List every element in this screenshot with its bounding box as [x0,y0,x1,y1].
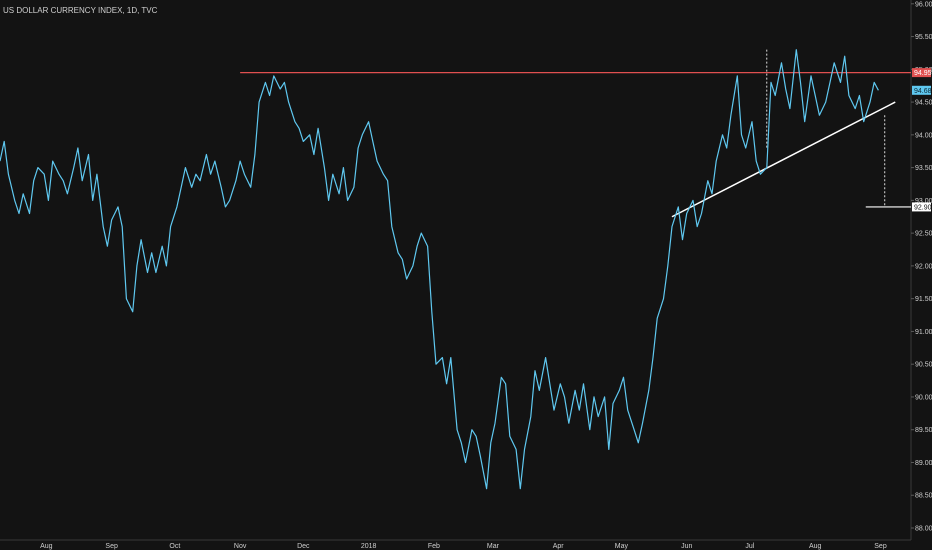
price-axis: 96.0095.5095.0094.5094.0093.5093.0092.50… [910,0,932,550]
price-axis-background [911,0,932,550]
price-series-line [0,49,879,490]
y-tick-label: 92.50 [915,231,932,238]
x-tick-label: Jun [681,543,692,550]
y-tick-label: 91.00 [915,329,932,336]
y-tick-label: 90.00 [915,394,932,401]
rising-trendline [671,101,896,218]
resistance-price-tag-label: 94.95 [914,70,932,77]
x-tick-label: Feb [428,543,440,550]
x-tick-label: Aug [40,543,53,550]
y-tick-label: 92.00 [915,263,932,270]
chart-overlays [240,49,911,218]
series-layer [0,49,879,490]
x-tick-label: Sep [105,543,118,550]
x-tick-label: Dec [297,543,310,550]
x-tick-label: 2018 [361,543,377,550]
x-tick-label: Nov [234,543,247,550]
y-tick-label: 96.00 [915,1,932,8]
price-chart[interactable]: 96.0095.5095.0094.5094.0093.5093.0092.50… [0,0,932,550]
x-tick-label: Jul [745,543,754,550]
y-tick-label: 93.50 [915,165,932,172]
y-tick-label: 94.00 [915,132,932,139]
y-tick-label: 91.50 [915,296,932,303]
y-tick-label: 88.00 [915,526,932,533]
target-price-tag-label: 92.90 [914,204,932,211]
x-tick-label: Mar [487,543,500,550]
x-tick-label: Aug [809,543,822,550]
y-tick-label: 95.50 [915,34,932,41]
y-tick-label: 88.50 [915,493,932,500]
y-tick-label: 94.50 [915,100,932,107]
y-tick-label: 89.50 [915,427,932,434]
x-tick-label: Sep [874,543,887,550]
x-tick-label: Oct [169,543,180,550]
time-axis: Aug Sep Oct Nov Dec 2018 Feb Mar Apr May Jun Jul Aug… [0,539,911,550]
y-tick-label: 90.50 [915,362,932,369]
y-tick-label: 89.00 [915,460,932,467]
x-tick-label: May [615,543,629,550]
current-price-tag-label: 94.68 [914,88,932,95]
x-tick-label: Apr [553,543,565,550]
